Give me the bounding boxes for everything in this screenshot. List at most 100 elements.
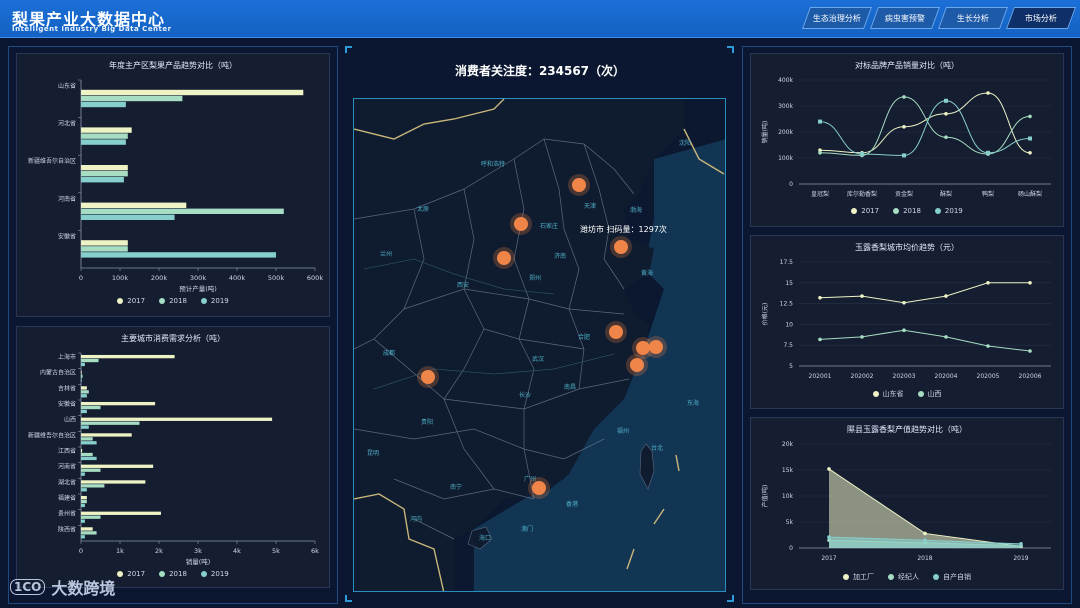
legend-item-2019[interactable]: 2019 [200,570,229,578]
y-tick-label: 300k [778,103,793,110]
legend-item-self-sale[interactable]: 自产自销 [933,572,971,582]
y-tick-label: 10k [782,493,794,500]
legend-label: 山西 [927,390,942,398]
category-label: 上海市 [58,353,76,361]
bar-2018 [81,405,101,410]
x-tick-label: 砀山酥梨 [1018,190,1042,198]
legend-dot [893,208,900,214]
bar-2017 [81,511,161,515]
series-line-2017 [819,92,1031,154]
y-axis-label: 价格(元) [761,303,769,326]
category-label: 湖北省 [58,478,76,486]
legend-item-shandong[interactable]: 山东省 [872,389,904,399]
hotspot-point [614,240,628,254]
place-label: 渤海 [630,206,642,214]
x-tick-label: 库尔勒香梨 [847,190,877,198]
legend-item-2019[interactable]: 2019 [200,297,229,305]
bar-2019 [81,441,97,445]
x-tick-label: 200k [151,274,167,282]
bar-2017 [81,433,132,437]
china-map[interactable]: 呼和浩特 沈阳 太原 石家庄 天津 渤海 济南 兰州 西安 郑州 黄海 合肥 成… [353,98,726,592]
legend-item-2017[interactable]: 2017 [851,207,879,215]
bar-2018 [81,246,128,252]
bar-2018 [81,390,89,394]
data-point [902,125,906,129]
bar-2017 [81,480,146,484]
bar-2019 [81,503,85,508]
tab-market[interactable]: 市场分析 [1005,7,1077,29]
bar-2017 [81,354,175,359]
y-tick-label: 0 [789,545,793,552]
legend-item-2018[interactable]: 2018 [159,570,187,578]
data-point [986,150,990,155]
x-tick-label: 4k [233,547,241,555]
legend-label: 经纪人 [898,573,919,581]
place-label: 郑州 [529,274,541,282]
place-label: 武汉 [532,355,544,363]
bar-2019 [81,252,276,258]
legend-item-2018[interactable]: 2018 [893,207,921,215]
legend-item-shanxi[interactable]: 山西 [917,389,942,399]
data-point [986,281,990,285]
hotspot-point [514,217,528,231]
x-tick-label: 100k [112,274,128,282]
bar-2018 [81,499,87,504]
legend-item-2017[interactable]: 2017 [117,570,145,578]
tab-pest-warning[interactable]: 病虫害预警 [869,7,941,29]
legend-item-2017[interactable]: 2017 [117,297,145,305]
category-label: 新疆维吾尔自治区 [28,431,76,439]
legend-item-broker[interactable]: 经纪人 [888,572,919,582]
data-point [923,531,927,536]
data-point [944,135,948,139]
data-point [1028,349,1032,353]
x-tick-label: 5k [272,547,280,555]
bar-2018 [81,531,97,535]
chart-legend: 山东省 山西 [751,389,1063,399]
x-tick-label: 202004 [935,373,958,380]
x-tick-label: 202005 [977,373,1000,380]
data-point [860,294,864,298]
legend-label: 2017 [127,570,146,578]
place-label: 西安 [457,281,469,289]
nav-tabs: 生态治理分析 病虫害预警 生长分析 市场分析 [801,7,1077,29]
hotspot-point [572,178,586,192]
production-bar-chart: 0 100k 200k 300k 400k 500k 600k 预计产量(吨) 山东省河北省新疆… [28,79,323,293]
city-demand-panel: 主要城市消费需求分析（吨） 0 1k 2k 3k 4k 5k 6k 销量(吨) 上海市 内蒙古自治… [16,326,330,588]
legend-item-2018[interactable]: 2018 [159,297,187,305]
bar-2019 [81,425,89,429]
bar-2019 [81,139,126,145]
x-tick-label: 皇冠梨 [811,190,829,198]
legend-label: 2018 [169,570,187,578]
legend-label: 2018 [903,207,921,215]
chart-legend: 2017 2018 2019 [751,207,1063,215]
bar-2018 [81,133,128,139]
legend-item-factory[interactable]: 加工厂 [843,572,874,582]
data-point [986,91,990,95]
series-line-山西 [819,329,1031,352]
legend-dot [934,208,941,214]
data-point [1019,542,1023,546]
map-tooltip: 潍坊市 扫码量：1297次 [580,225,667,234]
legend-label: 2018 [169,297,187,305]
demand-bar-chart: 0 1k 2k 3k 4k 5k 6k 销量(吨) 上海市内蒙古自治区吉林省安徽省山西新疆维吾尔… [28,352,319,566]
category-label: 山西 [64,416,76,424]
x-tick-label: 2017 [821,555,836,562]
price-line-chart: 5 7.5 10 12.5 15 17.5 价格(元) 202001 202002 202003 2… [761,259,1051,380]
data-point [902,95,906,99]
category-label: 河南省 [58,463,76,471]
tab-label: 生态治理分析 [813,13,861,23]
x-tick-label: 贡金梨 [895,190,913,198]
tab-growth[interactable]: 生长分析 [937,7,1009,29]
bar-2017 [81,127,132,133]
bar-2019 [81,394,87,398]
hotspot-point [421,370,435,384]
tab-ecology[interactable]: 生态治理分析 [801,7,873,29]
legend-dot [117,571,124,577]
legend-label: 加工厂 [853,573,874,581]
place-label: 合肥 [578,333,590,341]
chart-legend: 加工厂 经纪人 自产自销 [751,572,1063,582]
legend-label: 自产自销 [943,573,971,581]
legend-item-2019[interactable]: 2019 [934,207,963,215]
place-label: 河内 [410,515,422,523]
bar-2018 [81,421,140,425]
